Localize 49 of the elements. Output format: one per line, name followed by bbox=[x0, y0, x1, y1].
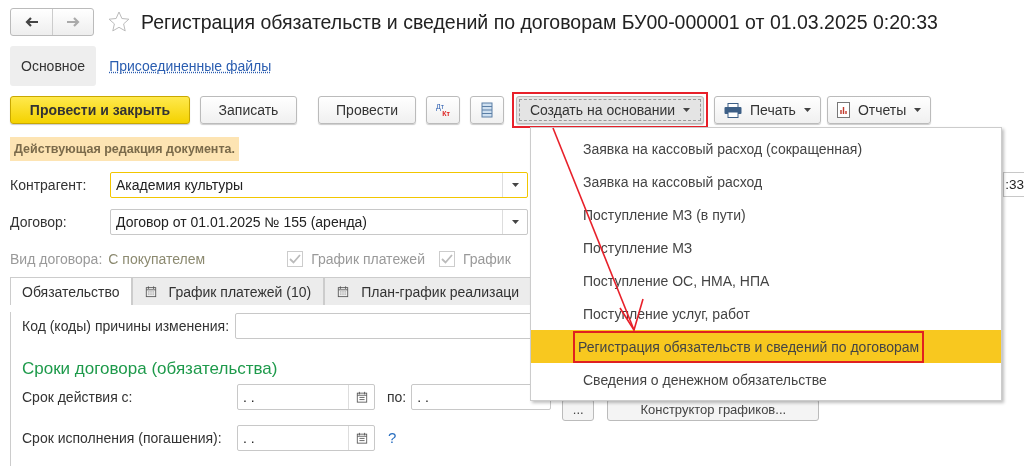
calendar-icon bbox=[337, 285, 350, 298]
date-field[interactable]: :33 bbox=[1003, 172, 1024, 197]
toolbar-button[interactable]: Провести bbox=[318, 96, 416, 124]
date-field[interactable]: . . bbox=[237, 424, 375, 451]
printer-icon bbox=[724, 102, 742, 118]
contract-field[interactable]: Договор от 01.01.2025 № 155 (аренда) bbox=[110, 208, 528, 235]
tab[interactable]: Обязательство bbox=[10, 277, 132, 305]
menu-item[interactable]: Заявка на кассовый расход (сокращенная) bbox=[531, 132, 1001, 165]
field-label: Вид договора: bbox=[10, 251, 103, 267]
date-field[interactable]: . . bbox=[411, 383, 552, 410]
date-field[interactable]: . . bbox=[237, 383, 375, 410]
field-label: Контрагент: bbox=[10, 176, 88, 193]
section-tab[interactable]: Основное bbox=[10, 46, 97, 86]
caret-icon bbox=[914, 108, 922, 112]
menu-item[interactable]: Заявка на кассовый расход bbox=[531, 165, 1001, 198]
print-button[interactable]: Печать bbox=[714, 96, 821, 124]
calendar-icon bbox=[144, 285, 157, 298]
create-based-on-button[interactable]: Создать на основании bbox=[516, 96, 704, 124]
caret-icon bbox=[511, 182, 519, 187]
toolbar-button[interactable]: Записать bbox=[200, 96, 297, 124]
forward-arrow-icon bbox=[66, 17, 80, 27]
reports-button[interactable]: Отчеты bbox=[826, 96, 932, 124]
tab[interactable]: План-график реализаци bbox=[324, 277, 533, 305]
calendar-icon bbox=[355, 390, 368, 403]
field-label: Код (коды) причины изменения: bbox=[22, 317, 230, 334]
field-label: Договор: bbox=[10, 213, 68, 230]
star-icon[interactable] bbox=[107, 10, 131, 34]
window-title: Регистрация обязательств и сведений по договорам БУ00-000001 от 01.03.2025 0:20:33 bbox=[141, 10, 938, 34]
caret-icon bbox=[683, 108, 691, 112]
checkbox-label: График платежей bbox=[311, 251, 425, 267]
checkbox-label: График bbox=[463, 251, 511, 267]
field-label: Срок исполнения (погашения): bbox=[22, 429, 223, 446]
contractor-field[interactable]: Академия культуры bbox=[110, 171, 528, 198]
caret-icon bbox=[511, 219, 519, 224]
report-icon bbox=[836, 102, 850, 118]
notice-banner: Действующая редакция документа. bbox=[10, 137, 239, 161]
field-label: по: bbox=[387, 388, 407, 405]
section-tab[interactable]: Присоединенные файлы bbox=[98, 46, 283, 86]
contract-type-value: С покупателем bbox=[108, 251, 206, 267]
field-label: Срок действия с: bbox=[22, 388, 134, 405]
list-button[interactable] bbox=[470, 96, 504, 124]
tab[interactable]: График платежей (10) bbox=[131, 277, 325, 305]
back-arrow-icon bbox=[24, 17, 39, 27]
calendar-icon bbox=[355, 431, 368, 444]
menu-item[interactable]: Регистрация обязательств и сведений по договорам bbox=[531, 330, 1001, 363]
help-link[interactable]: ? bbox=[388, 429, 397, 446]
caret-icon bbox=[803, 108, 811, 112]
list-icon bbox=[481, 102, 493, 118]
post-and-close-button[interactable]: Провести и закрыть bbox=[10, 96, 190, 124]
